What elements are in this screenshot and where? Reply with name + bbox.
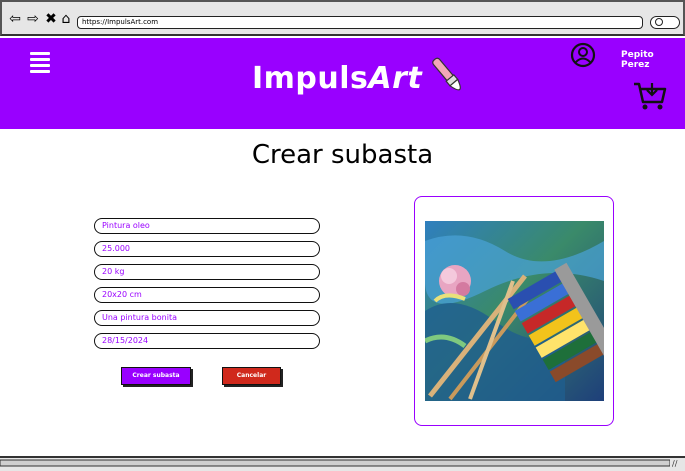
scroll-thumb[interactable]	[0, 459, 670, 467]
logo-main: Impuls	[252, 60, 369, 96]
date-field[interactable]: 28/15/2024	[94, 333, 320, 349]
logo-accent: Art	[368, 60, 423, 96]
dimensions-field[interactable]: 20x20 cm	[94, 287, 320, 303]
cancel-button[interactable]: Cancelar	[222, 367, 281, 385]
weight-field[interactable]: 20 kg	[94, 264, 320, 280]
shopping-cart-icon[interactable]	[632, 80, 668, 112]
artwork-image	[425, 221, 604, 401]
logo-text: ImpulsArt	[252, 61, 422, 96]
title-field[interactable]: Pintura oleo	[94, 218, 320, 234]
back-arrow-icon[interactable]: ⇦	[7, 11, 23, 27]
forward-arrow-icon[interactable]: ⇨	[25, 11, 41, 27]
resize-grip-icon[interactable]: ∕∕	[672, 459, 682, 469]
create-auction-button[interactable]: Crear subasta	[121, 367, 191, 385]
horizontal-scrollbar[interactable]: ∕∕	[0, 456, 685, 471]
image-upload-frame[interactable]	[414, 196, 614, 426]
hamburger-menu-icon[interactable]	[30, 52, 50, 73]
description-field[interactable]: Una pintura bonita	[94, 310, 320, 326]
browser-toolbar: ⇦ ⇨ ✖ ⌂ https://ImpulsArt.com	[0, 0, 685, 36]
site-header: ImpulsArt Pepito Perez	[0, 38, 685, 129]
site-logo[interactable]: ImpulsArt	[252, 57, 476, 98]
url-bar[interactable]: https://ImpulsArt.com	[77, 16, 643, 29]
search-icon	[655, 18, 663, 26]
page-title: Crear subasta	[251, 140, 434, 170]
browser-search-button[interactable]	[650, 16, 680, 29]
close-x-icon[interactable]: ✖	[43, 11, 59, 27]
paintbrush-icon	[432, 57, 462, 91]
price-field[interactable]: 25.000	[94, 241, 320, 257]
user-account-icon[interactable]	[570, 42, 596, 68]
home-icon[interactable]: ⌂	[58, 11, 74, 27]
user-name[interactable]: Pepito Perez	[621, 50, 685, 70]
